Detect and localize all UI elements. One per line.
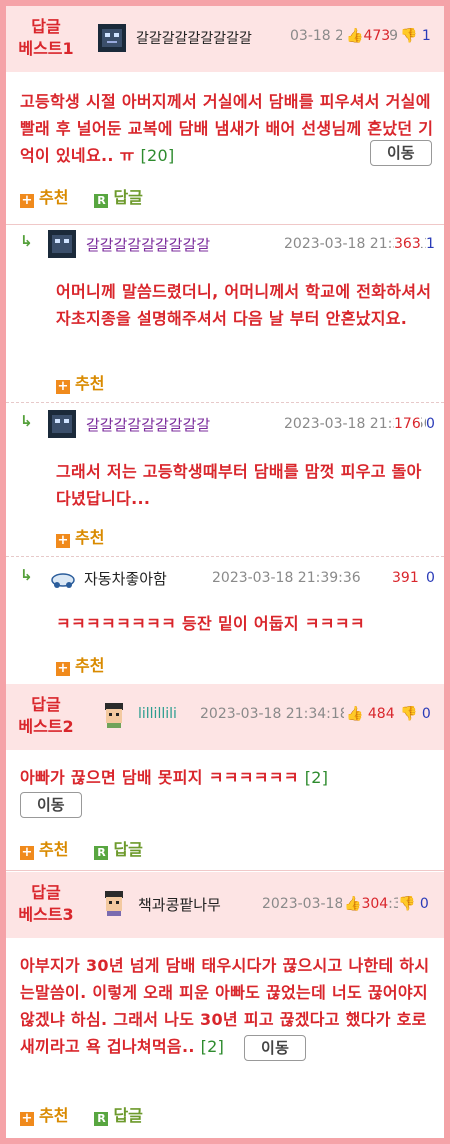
best3-header: 답글 베스트3 책과콩팥나무 2023-03-18 21:36:33 👍304 … xyxy=(6,872,444,938)
recommend-button[interactable]: 추천 xyxy=(75,656,104,675)
avatar-icon[interactable] xyxy=(98,24,126,52)
recommend-button[interactable]: 추천 xyxy=(75,528,104,547)
thumbs-down-icon: 👎 xyxy=(398,896,416,912)
nickname[interactable]: 갈갈갈갈갈갈갈갈갈 xyxy=(136,28,252,48)
divider xyxy=(6,870,444,871)
downvote-count[interactable]: 👎 0 xyxy=(400,706,431,722)
recommend-button[interactable]: 추천 xyxy=(39,188,68,207)
nickname[interactable]: 갈갈갈갈갈갈갈갈갈 xyxy=(86,414,210,435)
reply-button[interactable]: 답글 xyxy=(113,840,142,859)
reply-arrow-icon: ↳ xyxy=(20,566,33,584)
thumbs-up-icon: 👍 xyxy=(344,896,362,912)
best1-header: 답글 베스트1 갈갈갈갈갈갈갈갈갈 03-18 21:36:39 👍473 👎 … xyxy=(6,6,444,72)
nickname[interactable]: 책과콩팥나무 xyxy=(138,894,221,915)
plus-icon: + xyxy=(20,1111,34,1126)
reply-arrow-icon: ↳ xyxy=(20,412,33,430)
recommend-button[interactable]: 추천 xyxy=(39,840,68,859)
recommend-button[interactable]: 추천 xyxy=(39,1106,68,1125)
best2-header: 답글 베스트2 lillillili 2023-03-18 21:34:18 👍… xyxy=(6,684,444,750)
avatar-icon[interactable] xyxy=(100,888,128,916)
plus-icon: + xyxy=(20,845,34,860)
downvote-count[interactable]: 1 xyxy=(426,236,435,252)
best-label: 답글 베스트1 xyxy=(18,17,74,58)
upvote-count[interactable]: 👍 484 xyxy=(344,706,395,722)
comment-body: 아빠가 끊으면 담배 못피지 ㅋㅋㅋㅋㅋㅋ [2] xyxy=(20,768,329,787)
reply-body: ㅋㅋㅋㅋㅋㅋㅋㅋ 등잔 밑이 어둡지 ㅋㅋㅋㅋ xyxy=(56,614,365,633)
reply-button[interactable]: 답글 xyxy=(113,188,142,207)
nickname[interactable]: 갈갈갈갈갈갈갈갈갈 xyxy=(86,234,210,255)
reply-button[interactable]: 답글 xyxy=(113,1106,142,1125)
downvote-count[interactable]: 👎 0 xyxy=(398,896,429,912)
avatar-icon[interactable] xyxy=(48,410,76,438)
reply-arrow-icon: ↳ xyxy=(20,232,33,250)
recommend-button[interactable]: 추천 xyxy=(75,374,104,393)
reply-icon: R xyxy=(94,194,109,208)
plus-icon: + xyxy=(20,193,34,208)
thumbs-down-icon: 👎 xyxy=(400,706,418,722)
comment-actions: + 추천 R 답글 xyxy=(20,1102,143,1126)
divider xyxy=(6,402,444,403)
nickname[interactable]: 자동차좋아함 xyxy=(84,568,167,589)
move-button[interactable]: 이동 xyxy=(20,792,82,818)
thumbs-up-icon: 👍 xyxy=(346,706,364,722)
comment-actions: + 추천 R 답글 xyxy=(20,836,143,860)
reply-body: 그래서 저는 고등학생때부터 담배를 맘껏 피우고 돌아다녔답니다... xyxy=(56,462,422,508)
plus-icon: + xyxy=(56,661,70,676)
plus-icon: + xyxy=(56,379,70,394)
reply-body: 어머니께 말씀드렸더니, 어머니께서 학교에 전화하셔서 자초지종을 설명해주셔… xyxy=(56,282,432,328)
comment-panel: 답글 베스트1 갈갈갈갈갈갈갈갈갈 03-18 21:36:39 👍473 👎 … xyxy=(6,6,444,1138)
reply-actions: + 추천 xyxy=(56,524,104,548)
upvote-count[interactable]: 👍304 xyxy=(342,896,389,912)
plus-icon: + xyxy=(56,533,70,548)
comment-actions: + 추천 R 답글 xyxy=(20,184,143,208)
reply-count[interactable]: [2] xyxy=(201,1037,225,1056)
car-avatar-icon[interactable] xyxy=(50,568,76,590)
upvote-count[interactable]: 363 xyxy=(394,236,421,252)
downvote-count[interactable]: 0 xyxy=(426,416,435,432)
timestamp: 2023-03-18 21:34:18 xyxy=(200,706,349,722)
move-button[interactable]: 이동 xyxy=(244,1034,307,1061)
timestamp: 2023-03-18 21:36:33 xyxy=(262,896,411,912)
divider xyxy=(6,224,444,225)
thumbs-up-icon: 👍 xyxy=(346,28,364,44)
nickname[interactable]: lillillili xyxy=(138,706,177,722)
upvote-count[interactable]: 👍473 xyxy=(342,28,391,44)
reply-icon: R xyxy=(94,846,109,860)
avatar-icon[interactable] xyxy=(100,700,128,728)
upvote-count[interactable]: 391 xyxy=(392,570,419,586)
divider xyxy=(6,556,444,557)
reply-count[interactable]: [20] xyxy=(141,146,175,165)
move-button[interactable]: 이동 xyxy=(370,140,432,166)
comment-body: 아부지가 30년 넘게 담배 태우시다가 끊으시고 나한테 하시는말씀이. 이렇… xyxy=(20,952,434,1061)
reply-icon: R xyxy=(94,1112,109,1126)
best-label: 답글 베스트3 xyxy=(18,883,74,924)
thumbs-down-icon: 👎 xyxy=(400,28,418,44)
avatar-icon[interactable] xyxy=(48,230,76,258)
downvote-count[interactable]: 0 xyxy=(426,570,435,586)
best-label: 답글 베스트2 xyxy=(18,695,74,736)
downvote-count[interactable]: 👎 1 xyxy=(400,28,431,44)
timestamp: 2023-03-18 21:39:36 xyxy=(212,570,361,586)
upvote-count[interactable]: 176 xyxy=(394,416,421,432)
reply-actions: + 추천 xyxy=(56,370,104,394)
reply-actions: + 추천 xyxy=(56,652,104,676)
reply-count[interactable]: [2] xyxy=(305,768,329,787)
